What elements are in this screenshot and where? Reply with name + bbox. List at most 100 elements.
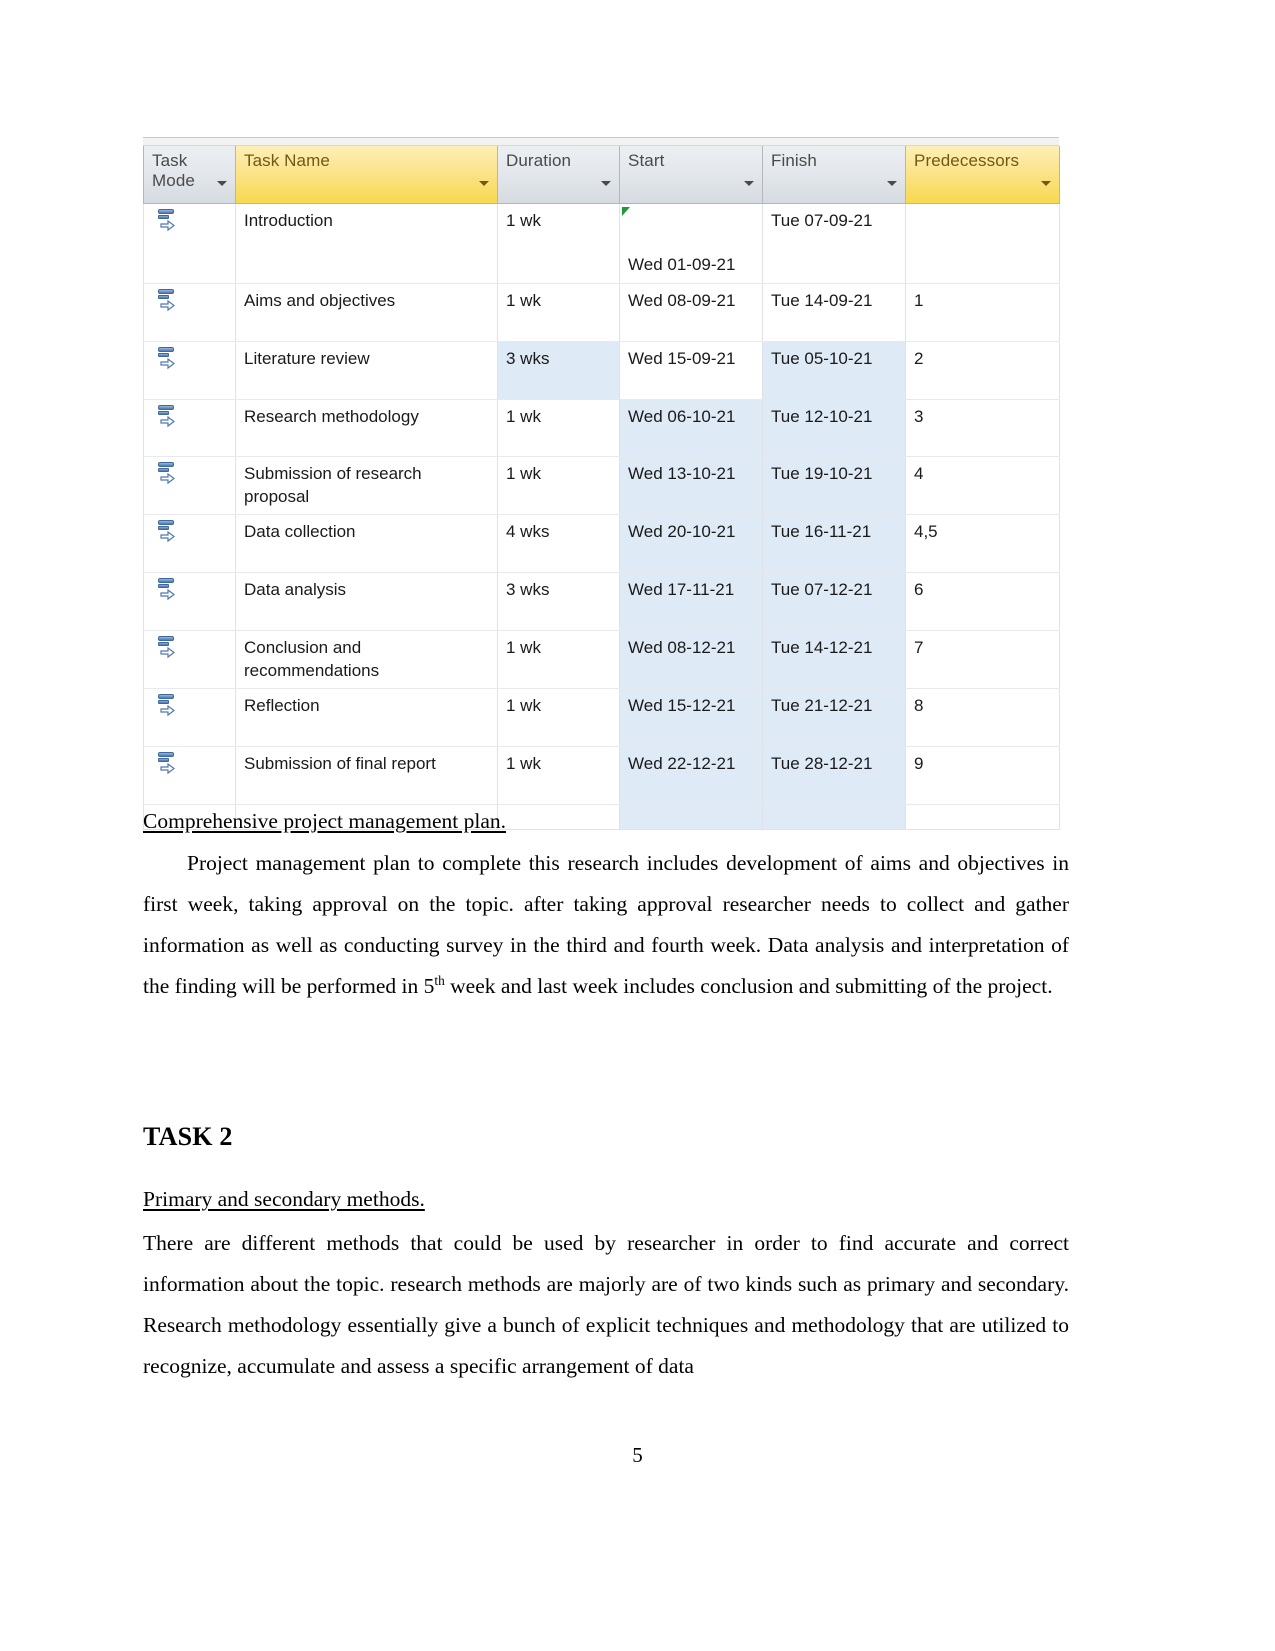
cell-duration[interactable]: 1 wk: [497, 283, 620, 342]
cell-duration[interactable]: 1 wk: [497, 203, 620, 284]
cell-duration[interactable]: 1 wk: [497, 746, 620, 805]
table-row[interactable]: Research methodology 1 wk Wed 06-10-21 T…: [143, 399, 1060, 458]
filter-chevron-down-icon[interactable]: [479, 180, 489, 186]
cell-duration[interactable]: 3 wks: [497, 341, 620, 400]
cell-finish[interactable]: Tue 21-12-21: [762, 688, 906, 747]
cell-task-name[interactable]: Introduction: [235, 203, 498, 284]
table-row[interactable]: Data collection 4 wks Wed 20-10-21 Tue 1…: [143, 514, 1060, 574]
cell-task-name[interactable]: Submission of research proposal: [235, 456, 498, 516]
cell-predecessors[interactable]: 3: [905, 399, 1060, 458]
cell-finish[interactable]: Tue 12-10-21: [762, 399, 906, 458]
cell-start[interactable]: Wed 20-10-21: [619, 514, 763, 574]
cell-duration[interactable]: 4 wks: [497, 514, 620, 574]
cell-predecessors[interactable]: 1: [905, 283, 1060, 342]
cell-finish[interactable]: Tue 28-12-21: [762, 746, 906, 805]
cell-finish[interactable]: Tue 16-11-21: [762, 514, 906, 574]
filter-chevron-down-icon[interactable]: [887, 180, 897, 186]
cell-task-name[interactable]: Conclusion and recommendations: [235, 630, 498, 689]
cell-start[interactable]: Wed 15-09-21: [619, 341, 763, 400]
cell-finish[interactable]: Tue 05-10-21: [762, 341, 906, 400]
cell-predecessors[interactable]: 4,5: [905, 514, 1060, 574]
cell-predecessors[interactable]: 2: [905, 341, 1060, 400]
column-header-task-mode-label: Task Mode: [152, 151, 195, 191]
cell-start[interactable]: Wed 01-09-21: [619, 203, 763, 284]
cell-finish[interactable]: Tue 19-10-21: [762, 456, 906, 516]
plan-heading: Comprehensive project management plan.: [143, 809, 506, 833]
cell-task-name[interactable]: Data analysis: [235, 572, 498, 632]
column-header-start-label: Start: [628, 151, 665, 170]
table-row[interactable]: Submission of final report 1 wk Wed 22-1…: [143, 746, 1060, 805]
cell-predecessors[interactable]: 7: [905, 630, 1060, 689]
cell-predecessors[interactable]: [905, 203, 1060, 284]
cell-start[interactable]: Wed 15-12-21: [619, 688, 763, 747]
column-header-task-name[interactable]: Task Name: [235, 146, 498, 204]
gantt-table: Task Mode Task Name Duration Start Finis…: [143, 146, 1060, 830]
cell-task-name[interactable]: Data collection: [235, 514, 498, 574]
cell-predecessors[interactable]: 4: [905, 456, 1060, 516]
cell-duration[interactable]: 1 wk: [497, 399, 620, 458]
cell-task-mode[interactable]: [143, 688, 236, 747]
auto-schedule-icon: [158, 462, 180, 486]
cell-finish[interactable]: Tue 07-09-21: [762, 203, 906, 284]
cell-start[interactable]: Wed 08-09-21: [619, 283, 763, 342]
cell-task-mode[interactable]: [143, 456, 236, 516]
gantt-table-header-row: Task Mode Task Name Duration Start Finis…: [143, 146, 1060, 204]
auto-schedule-icon: [158, 693, 180, 718]
cell-start[interactable]: Wed 08-12-21: [619, 630, 763, 689]
cell-task-name[interactable]: Research methodology: [235, 399, 498, 458]
plan-section: Comprehensive project management plan.: [143, 805, 1069, 837]
cell-task-name[interactable]: Aims and objectives: [235, 283, 498, 342]
column-header-duration[interactable]: Duration: [497, 146, 620, 204]
cell-start[interactable]: Wed 06-10-21: [619, 399, 763, 458]
cell-duration[interactable]: 3 wks: [497, 572, 620, 632]
methods-heading: Primary and secondary methods.: [143, 1187, 425, 1211]
cell-task-mode[interactable]: [143, 630, 236, 689]
table-row[interactable]: Data analysis 3 wks Wed 17-11-21 Tue 07-…: [143, 572, 1060, 632]
filter-chevron-down-icon[interactable]: [217, 180, 227, 186]
cell-task-mode[interactable]: [143, 572, 236, 632]
cell-task-mode[interactable]: [143, 514, 236, 574]
table-row[interactable]: Aims and objectives 1 wk Wed 08-09-21 Tu…: [143, 283, 1060, 342]
filter-chevron-down-icon[interactable]: [601, 180, 611, 186]
filter-chevron-down-icon[interactable]: [744, 180, 754, 186]
cell-predecessors[interactable]: 6: [905, 572, 1060, 632]
cell-duration[interactable]: 1 wk: [497, 456, 620, 516]
cell-start[interactable]: Wed 22-12-21: [619, 746, 763, 805]
table-row[interactable]: Reflection 1 wk Wed 15-12-21 Tue 21-12-2…: [143, 688, 1060, 747]
filter-chevron-down-icon[interactable]: [1041, 180, 1051, 186]
document-page: Task Mode Task Name Duration Start Finis…: [0, 0, 1275, 1651]
task2-section: TASK 2: [143, 1121, 1069, 1152]
table-row[interactable]: Conclusion and recommendations 1 wk Wed …: [143, 630, 1060, 689]
table-row[interactable]: Introduction 1 wk Wed 01-09-21 Tue 07-09…: [143, 203, 1060, 284]
table-row[interactable]: Submission of research proposal 1 wk Wed…: [143, 456, 1060, 516]
column-header-task-name-label: Task Name: [244, 151, 330, 170]
cell-start[interactable]: Wed 17-11-21: [619, 572, 763, 632]
auto-schedule-icon: [158, 520, 180, 544]
cell-predecessors[interactable]: 8: [905, 688, 1060, 747]
start-marker-icon: [622, 206, 630, 216]
cell-start[interactable]: Wed 13-10-21: [619, 456, 763, 516]
column-header-start[interactable]: Start: [619, 146, 763, 204]
cell-task-mode[interactable]: [143, 283, 236, 342]
column-header-task-mode[interactable]: Task Mode: [143, 146, 236, 204]
cell-finish[interactable]: Tue 07-12-21: [762, 572, 906, 632]
cell-task-mode[interactable]: [143, 341, 236, 400]
column-header-finish[interactable]: Finish: [762, 146, 906, 204]
plan-paragraph: Project management plan to complete this…: [143, 843, 1069, 1007]
cell-task-mode[interactable]: [143, 399, 236, 458]
column-header-predecessors[interactable]: Predecessors: [905, 146, 1060, 204]
cell-task-mode[interactable]: [143, 746, 236, 805]
cell-task-mode[interactable]: [143, 203, 236, 284]
cell-finish[interactable]: Tue 14-12-21: [762, 630, 906, 689]
cell-predecessors[interactable]: 9: [905, 746, 1060, 805]
cell-task-name[interactable]: Literature review: [235, 341, 498, 400]
table-row[interactable]: Literature review 3 wks Wed 15-09-21 Tue…: [143, 341, 1060, 400]
cell-duration[interactable]: 1 wk: [497, 688, 620, 747]
cell-finish[interactable]: Tue 14-09-21: [762, 283, 906, 342]
page-number: 5: [632, 1443, 643, 1467]
cell-duration[interactable]: 1 wk: [497, 630, 620, 689]
ordinal-suffix: th: [434, 972, 445, 988]
cell-task-name[interactable]: Reflection: [235, 688, 498, 747]
cell-task-name[interactable]: Submission of final report: [235, 746, 498, 805]
plan-paragraph-block: Project management plan to complete this…: [143, 843, 1069, 1007]
